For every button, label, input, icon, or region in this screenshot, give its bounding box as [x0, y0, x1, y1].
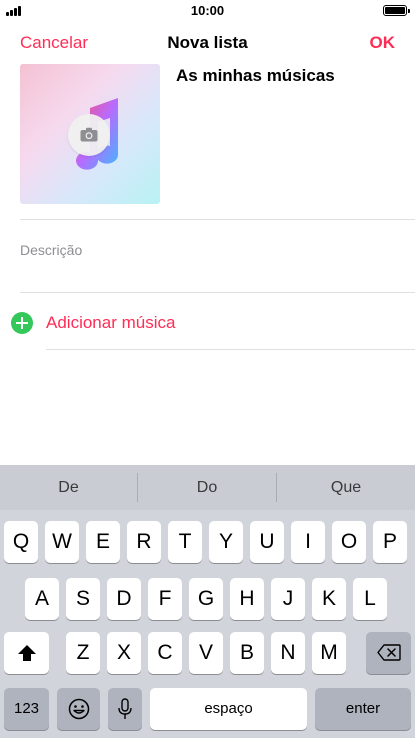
key-v[interactable]: V — [189, 632, 223, 674]
key-u[interactable]: U — [250, 521, 284, 563]
key-e[interactable]: E — [86, 521, 120, 563]
key-o[interactable]: O — [332, 521, 366, 563]
key-i[interactable]: I — [291, 521, 325, 563]
nav-bar: Cancelar Nova lista OK — [0, 22, 415, 64]
camera-icon — [80, 127, 98, 142]
playlist-title-field[interactable]: As minhas músicas — [176, 66, 335, 86]
key-j[interactable]: J — [271, 578, 305, 620]
microphone-icon — [118, 698, 132, 719]
enter-key[interactable]: enter — [315, 688, 411, 730]
description-field[interactable]: Descrição — [20, 242, 82, 258]
camera-button[interactable] — [68, 114, 110, 156]
key-k[interactable]: K — [312, 578, 346, 620]
key-f[interactable]: F — [148, 578, 182, 620]
prediction-1[interactable]: De — [0, 465, 137, 510]
emoji-icon — [68, 698, 89, 720]
backspace-key[interactable] — [366, 632, 411, 674]
shift-key[interactable] — [4, 632, 49, 674]
key-a[interactable]: A — [25, 578, 59, 620]
key-l[interactable]: L — [353, 578, 387, 620]
battery-icon — [383, 5, 410, 16]
key-r[interactable]: R — [127, 521, 161, 563]
key-q[interactable]: Q — [4, 521, 38, 563]
key-b[interactable]: B — [230, 632, 264, 674]
keyboard: De Do Que Q W E R T Y U I O P A S D F G … — [0, 465, 415, 738]
status-bar: 10:00 — [0, 0, 415, 22]
space-key[interactable]: espaço — [150, 688, 307, 730]
key-s[interactable]: S — [66, 578, 100, 620]
emoji-key[interactable] — [57, 688, 100, 730]
dictation-key[interactable] — [108, 688, 142, 730]
add-icon — [11, 312, 33, 334]
key-d[interactable]: D — [107, 578, 141, 620]
numbers-key[interactable]: 123 — [4, 688, 49, 730]
prediction-bar: De Do Que — [0, 465, 415, 510]
key-p[interactable]: P — [373, 521, 407, 563]
page-title: Nova lista — [167, 33, 248, 52]
playlist-artwork[interactable] — [20, 64, 160, 204]
key-z[interactable]: Z — [66, 632, 100, 674]
key-g[interactable]: G — [189, 578, 223, 620]
key-x[interactable]: X — [107, 632, 141, 674]
shift-icon — [17, 645, 36, 661]
add-music-label: Adicionar música — [46, 313, 176, 332]
ok-button[interactable]: OK — [370, 33, 396, 53]
prediction-2[interactable]: Do — [138, 465, 276, 510]
key-w[interactable]: W — [45, 521, 79, 563]
key-m[interactable]: M — [312, 632, 346, 674]
status-time: 10:00 — [190, 3, 225, 18]
divider — [20, 219, 415, 220]
divider — [46, 349, 415, 350]
key-n[interactable]: N — [271, 632, 305, 674]
prediction-3[interactable]: Que — [277, 465, 415, 510]
key-t[interactable]: T — [168, 521, 202, 563]
key-y[interactable]: Y — [209, 521, 243, 563]
backspace-icon — [376, 644, 401, 661]
key-c[interactable]: C — [148, 632, 182, 674]
divider — [20, 292, 415, 293]
key-h[interactable]: H — [230, 578, 264, 620]
add-music-row[interactable]: Adicionar música — [0, 306, 415, 340]
